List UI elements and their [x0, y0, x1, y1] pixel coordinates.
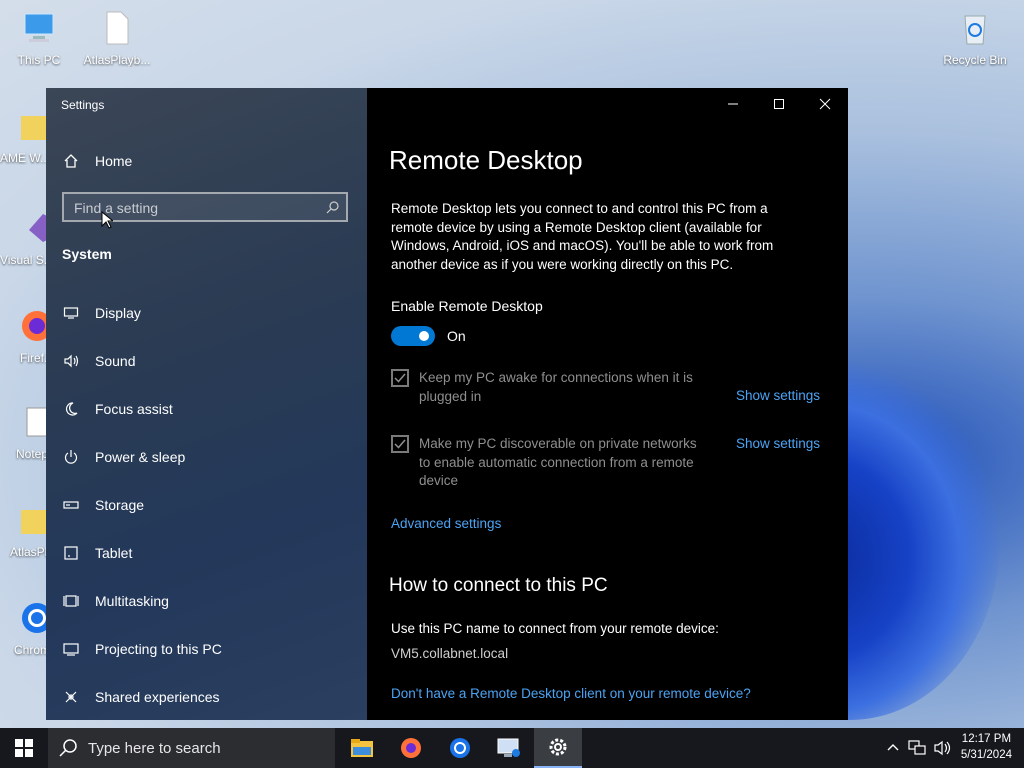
taskbar: Type here to search 12:17 PM 5/31/2024 [0, 728, 1024, 768]
sidebar-item-tablet[interactable]: Tablet [62, 541, 132, 565]
maximize-button[interactable] [756, 88, 802, 120]
sidebar-item-projecting[interactable]: Projecting to this PC [62, 637, 222, 661]
file-explorer-icon [351, 739, 373, 757]
desktop-icon-label: AtlasPlayb... [83, 53, 151, 67]
sidebar-item-sound[interactable]: Sound [62, 349, 135, 373]
sidebar-item-label: Multitasking [95, 593, 169, 609]
sidebar-item-label: Storage [95, 497, 145, 513]
client-download-link[interactable]: Don't have a Remote Desktop client on yo… [391, 686, 751, 701]
sidebar-item-focus-assist[interactable]: Focus assist [62, 397, 173, 421]
sidebar-item-label: Display [95, 305, 141, 321]
chevron-up-icon[interactable] [886, 741, 900, 755]
keep-awake-label: Keep my PC awake for connections when it… [419, 370, 693, 404]
sidebar-item-display[interactable]: Display [62, 301, 141, 325]
storage-icon [62, 496, 80, 514]
windows-logo-icon [15, 739, 33, 757]
start-button[interactable] [0, 728, 48, 768]
settings-icon [549, 738, 567, 756]
toggle-state-label: On [447, 328, 466, 344]
clock-date: 5/31/2024 [960, 749, 1012, 761]
close-icon [819, 98, 831, 110]
close-button[interactable] [802, 88, 848, 120]
taskbar-firefox[interactable] [387, 728, 435, 768]
display-icon [62, 304, 80, 322]
pc-name: VM5.collabnet.local [391, 646, 509, 661]
power-icon [62, 448, 80, 466]
moon-icon [62, 400, 80, 418]
checkmark-icon [394, 439, 406, 449]
page-title: Remote Desktop [389, 145, 583, 175]
search-icon[interactable] [326, 200, 340, 214]
sidebar-item-storage[interactable]: Storage [62, 493, 144, 517]
maximize-icon [774, 99, 784, 109]
show-settings-link[interactable]: Show settings [736, 436, 820, 451]
recycle-bin-icon [964, 15, 986, 45]
taskbar-settings[interactable] [534, 728, 582, 768]
sidebar-item-label: Power & sleep [95, 449, 186, 465]
discoverable-label: Make my PC discoverable on private netwo… [419, 436, 697, 488]
sidebar-item-home[interactable]: Home [62, 149, 132, 173]
keep-awake-checkbox[interactable] [391, 369, 409, 387]
sound-icon [62, 352, 80, 370]
multitasking-icon [62, 592, 80, 610]
sidebar-item-label: Shared experiences [95, 689, 220, 705]
sidebar-item-label: Home [95, 153, 133, 169]
show-settings-link[interactable]: Show settings [736, 388, 820, 403]
sidebar-item-shared-experiences[interactable]: Shared experiences [62, 685, 220, 709]
monitor-icon [24, 13, 54, 42]
shared-icon [62, 688, 80, 706]
sidebar-item-label: Tablet [95, 545, 133, 561]
system-tray [886, 728, 952, 768]
enable-remote-desktop-toggle[interactable] [391, 326, 435, 346]
clock[interactable]: 12:17 PM 5/31/2024 [961, 731, 1012, 763]
advanced-settings-link[interactable]: Advanced settings [391, 516, 501, 531]
firefox-icon [401, 738, 421, 758]
desktop-icon-label: This PC [17, 53, 61, 67]
desktop-icon-atlasplaybook[interactable]: AtlasPlayb... [80, 10, 154, 67]
remote-desktop-icon [497, 738, 520, 757]
enable-label: Enable Remote Desktop [391, 298, 543, 314]
mouse-cursor-icon [101, 211, 113, 229]
sidebar-item-label: Sound [95, 353, 136, 369]
minimize-icon [728, 103, 738, 105]
taskbar-chrome[interactable] [436, 728, 484, 768]
settings-window: Settings Home System Display Sound Focus… [46, 88, 848, 720]
volume-icon[interactable] [934, 740, 952, 756]
how-to-connect-text: Use this PC name to connect from your re… [391, 621, 719, 636]
description-text: Remote Desktop lets you connect to and c… [391, 201, 774, 272]
discoverable-checkbox[interactable] [391, 435, 409, 453]
window-title: Settings [61, 98, 105, 112]
file-icon [106, 11, 129, 45]
clock-time: 12:17 PM [961, 733, 1012, 745]
home-icon [62, 152, 80, 170]
taskbar-file-explorer[interactable] [338, 728, 386, 768]
desktop-icon-this-pc[interactable]: This PC [2, 10, 76, 67]
desktop-icon-label: Recycle Bin [943, 53, 1007, 67]
sidebar-item-multitasking[interactable]: Multitasking [62, 589, 169, 613]
taskbar-search-placeholder: Type here to search [88, 739, 221, 757]
toggle-knob [419, 331, 429, 341]
section-heading: System [62, 246, 112, 262]
sidebar-item-power-sleep[interactable]: Power & sleep [62, 445, 185, 469]
taskbar-search[interactable]: Type here to search [48, 728, 335, 768]
minimize-button[interactable] [710, 88, 756, 120]
sidebar: Settings Home System Display Sound Focus… [46, 88, 367, 720]
search-icon [59, 739, 77, 757]
checkmark-icon [394, 373, 406, 383]
sidebar-item-label: Focus assist [95, 401, 173, 417]
how-to-connect-heading: How to connect to this PC [389, 575, 608, 596]
sidebar-item-label: Projecting to this PC [95, 641, 222, 657]
desktop-icon-recycle-bin[interactable]: Recycle Bin [938, 10, 1012, 67]
projecting-icon [62, 640, 80, 658]
taskbar-remote-desktop[interactable] [485, 728, 533, 768]
tablet-icon [62, 544, 80, 562]
network-icon[interactable] [908, 740, 926, 756]
content-pane: Remote Desktop Remote Desktop lets you c… [367, 88, 848, 720]
chrome-icon [450, 738, 470, 758]
